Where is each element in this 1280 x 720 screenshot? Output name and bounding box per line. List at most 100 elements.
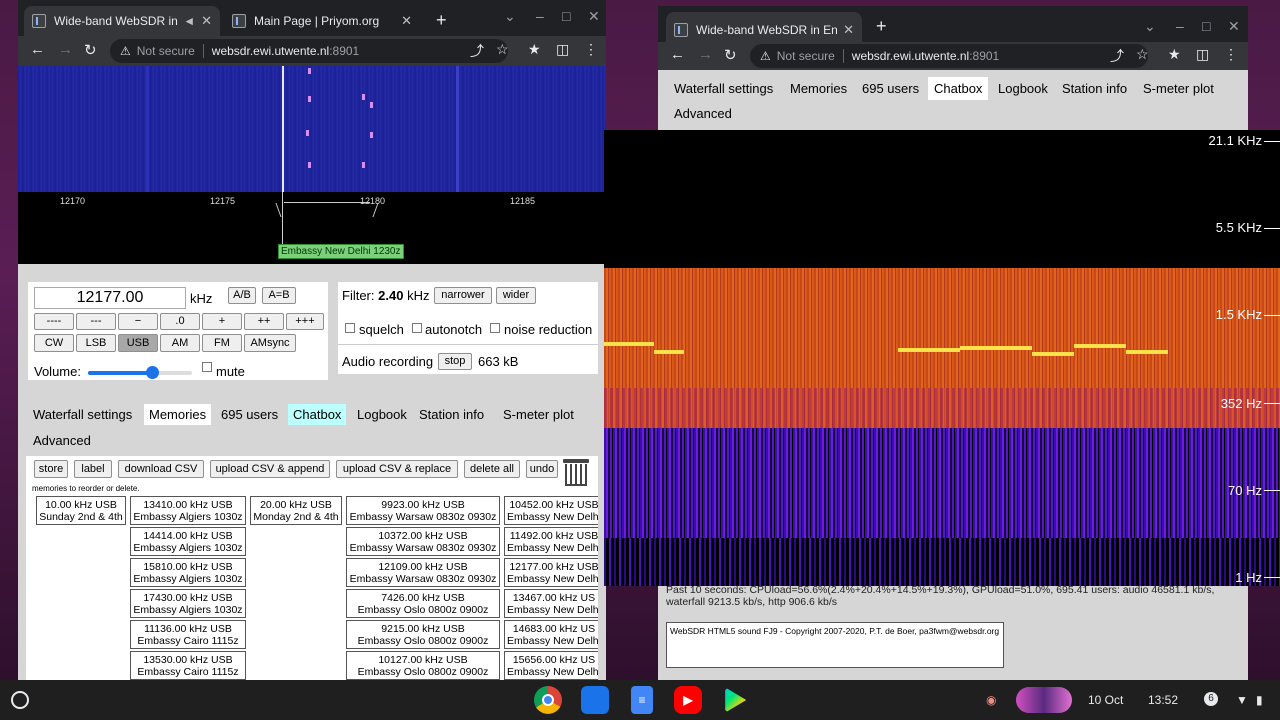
new-tab-icon[interactable]: + bbox=[876, 16, 887, 37]
step-plus-2-button[interactable]: ++ bbox=[244, 313, 284, 330]
mute-checkbox[interactable] bbox=[202, 362, 212, 372]
minimize-icon[interactable]: – bbox=[536, 8, 544, 24]
ab-button[interactable]: A/B bbox=[228, 287, 256, 304]
minimize-icon[interactable]: – bbox=[1176, 18, 1184, 34]
tab-station-info[interactable]: Station info bbox=[414, 404, 490, 425]
reload-icon[interactable]: ↻ bbox=[724, 46, 737, 64]
launcher-icon[interactable] bbox=[11, 691, 29, 709]
memory-item[interactable]: 15810.00 kHz USB Embassy Algiers 1030z bbox=[130, 558, 246, 587]
mode-cw-button[interactable]: CW bbox=[34, 334, 74, 352]
chrome-icon[interactable] bbox=[534, 686, 562, 714]
notification-badge[interactable]: 6 bbox=[1204, 692, 1218, 706]
download-csv-button[interactable]: download CSV bbox=[118, 460, 204, 478]
wider-button[interactable]: wider bbox=[496, 287, 536, 304]
memory-item[interactable]: 14683.00 kHz US Embassy New Delhi bbox=[504, 620, 598, 649]
frequency-input[interactable]: 12177.00 bbox=[34, 287, 186, 309]
docs-icon[interactable]: ≡ bbox=[631, 686, 653, 714]
memory-item[interactable]: 14414.00 kHz USB Embassy Algiers 1030z bbox=[130, 527, 246, 556]
label-button[interactable]: label bbox=[74, 460, 112, 478]
menu-icon[interactable]: ⋮ bbox=[1224, 46, 1238, 63]
squelch-checkbox[interactable] bbox=[345, 323, 355, 333]
wifi-icon[interactable]: ▼ bbox=[1236, 693, 1248, 707]
memory-item[interactable]: 11492.00 kHz USB Embassy New Delhi bbox=[504, 527, 598, 556]
memory-item[interactable]: 13410.00 kHz USB Embassy Algiers 1030z bbox=[130, 496, 246, 525]
tab-waterfall-settings[interactable]: Waterfall settings bbox=[668, 77, 780, 100]
left-tab-websdr[interactable]: Wide-band WebSDR in Ensched ◄ ✕ bbox=[24, 6, 220, 36]
passband-indicator[interactable] bbox=[284, 202, 370, 218]
memory-item[interactable]: 12109.00 kHz USB Embassy Warsaw 0830z 093… bbox=[346, 558, 500, 587]
station-label[interactable]: Embassy New Delhi 1230z bbox=[278, 244, 404, 259]
close-window-icon[interactable]: ✕ bbox=[1228, 18, 1240, 35]
undo-button[interactable]: undo bbox=[526, 460, 558, 478]
volume-slider[interactable] bbox=[88, 366, 192, 379]
mode-usb-button[interactable]: USB bbox=[118, 334, 158, 352]
back-icon[interactable]: ← bbox=[30, 41, 45, 58]
tab-station-info[interactable]: Station info bbox=[1056, 77, 1134, 100]
tab-memories[interactable]: Memories bbox=[144, 404, 212, 425]
left-tab-priyom[interactable]: Main Page | Priyom.org ✕ bbox=[224, 6, 420, 36]
date-label[interactable]: 10 Oct bbox=[1088, 693, 1123, 707]
battery-icon[interactable]: ▮ bbox=[1256, 693, 1263, 707]
files-icon[interactable] bbox=[581, 686, 609, 714]
upload-csv-append-button[interactable]: upload CSV & append bbox=[210, 460, 330, 478]
memory-item[interactable]: 17430.00 kHz USB Embassy Algiers 1030z bbox=[130, 589, 246, 618]
memory-item[interactable]: 12177.00 kHz USB Embassy New Delhi bbox=[504, 558, 598, 587]
delete-all-button[interactable]: delete all bbox=[464, 460, 520, 478]
side-panel-icon[interactable]: ◫ bbox=[1196, 46, 1209, 63]
round-button[interactable]: .0 bbox=[160, 313, 200, 330]
maximize-icon[interactable]: □ bbox=[1202, 18, 1210, 34]
close-tab-icon[interactable]: ✕ bbox=[201, 13, 212, 29]
menu-icon[interactable]: ⋮ bbox=[584, 41, 598, 58]
maximize-icon[interactable]: □ bbox=[562, 8, 570, 24]
address-bar[interactable]: ⚠ Not secure websdr.ewi.utwente.nl :8901 bbox=[110, 39, 508, 63]
memory-item[interactable]: 20.00 kHz USB Monday 2nd & 4th bbox=[250, 496, 342, 525]
side-panel-icon[interactable]: ◫ bbox=[556, 41, 569, 58]
tab-chatbox[interactable]: Chatbox bbox=[928, 77, 989, 100]
share-icon[interactable]: ⤴ bbox=[470, 41, 484, 61]
close-tab-icon[interactable]: ✕ bbox=[843, 22, 854, 38]
mode-am-button[interactable]: AM bbox=[160, 334, 200, 352]
address-bar[interactable]: ⚠ Not secure websdr.ewi.utwente.nl :8901 bbox=[750, 44, 1148, 68]
memory-item[interactable]: 10372.00 kHz USB Embassy Warsaw 0830z 093… bbox=[346, 527, 500, 556]
tab-users[interactable]: 695 users bbox=[856, 77, 926, 100]
tab-advanced[interactable]: Advanced bbox=[28, 430, 96, 451]
tab-s-meter-plot[interactable]: S-meter plot bbox=[1137, 77, 1220, 100]
screen-record-icon[interactable]: ◉ bbox=[986, 693, 996, 707]
mode-amsync-button[interactable]: AMsync bbox=[244, 334, 296, 352]
tab-search-icon[interactable]: ⌄ bbox=[1144, 18, 1156, 35]
extensions-icon[interactable]: ★ bbox=[1168, 46, 1181, 63]
tab-s-meter-plot[interactable]: S-meter plot bbox=[498, 404, 579, 425]
trash-icon[interactable] bbox=[562, 456, 590, 486]
close-tab-icon[interactable]: ✕ bbox=[401, 13, 412, 29]
memory-item[interactable]: 10452.00 kHz USB Embassy New Delhi bbox=[504, 496, 598, 525]
bookmark-star-icon[interactable]: ☆ bbox=[496, 41, 509, 58]
youtube-icon[interactable]: ▶ bbox=[674, 686, 702, 714]
mode-fm-button[interactable]: FM bbox=[202, 334, 242, 352]
step-plus-3-button[interactable]: +++ bbox=[286, 313, 324, 330]
stop-recording-button[interactable]: stop bbox=[438, 353, 472, 370]
tab-users[interactable]: 695 users bbox=[216, 404, 284, 425]
memory-item[interactable]: 13530.00 kHz USB Embassy Cairo 1115z bbox=[130, 651, 246, 680]
tab-search-icon[interactable]: ⌄ bbox=[504, 8, 516, 25]
step-plus-1-button[interactable]: + bbox=[202, 313, 242, 330]
play-store-icon[interactable] bbox=[725, 687, 747, 713]
narrower-button[interactable]: narrower bbox=[434, 287, 492, 304]
extensions-icon[interactable]: ★ bbox=[528, 41, 541, 58]
time-label[interactable]: 13:52 bbox=[1148, 693, 1178, 707]
memory-item[interactable]: 7426.00 kHz USB Embassy Oslo 0800z 0900z bbox=[346, 589, 500, 618]
tab-logbook[interactable]: Logbook bbox=[992, 77, 1054, 100]
waterfall-display[interactable] bbox=[18, 66, 606, 192]
forward-icon[interactable]: → bbox=[58, 41, 73, 58]
share-icon[interactable]: ⤴ bbox=[1110, 46, 1124, 66]
upload-csv-replace-button[interactable]: upload CSV & replace bbox=[336, 460, 458, 478]
autonotch-checkbox[interactable] bbox=[412, 323, 422, 333]
tab-waterfall-settings[interactable]: Waterfall settings bbox=[28, 404, 138, 425]
back-icon[interactable]: ← bbox=[670, 46, 685, 63]
tab-advanced[interactable]: Advanced bbox=[668, 102, 738, 125]
forward-icon[interactable]: → bbox=[698, 46, 713, 63]
a-equals-b-button[interactable]: A=B bbox=[262, 287, 296, 304]
frequency-scale[interactable]: 12170 12175 12180 12185 Embassy New Delh… bbox=[18, 192, 606, 264]
memory-item[interactable]: 10127.00 kHz USB Embassy Oslo 0800z 0900z bbox=[346, 651, 500, 680]
tab-memories[interactable]: Memories bbox=[784, 77, 854, 100]
memory-item[interactable]: 9215.00 kHz USB Embassy Oslo 0800z 0900z bbox=[346, 620, 500, 649]
